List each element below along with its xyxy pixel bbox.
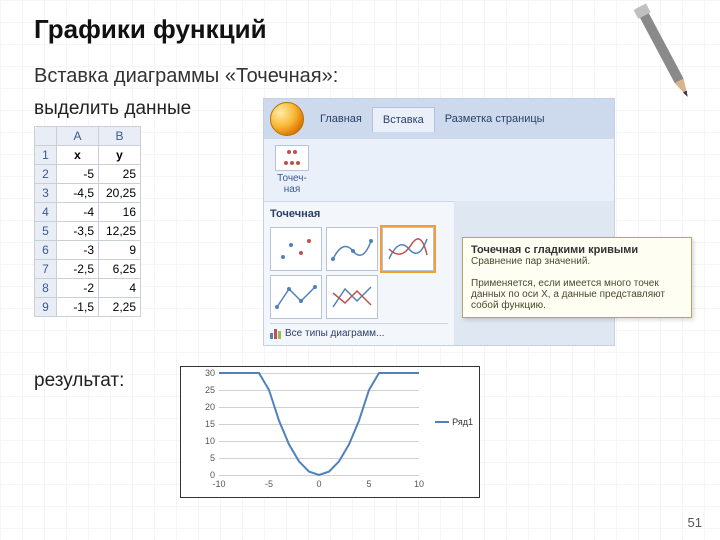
cell[interactable]: 6,25 xyxy=(99,260,141,279)
cell[interactable]: 25 xyxy=(99,165,141,184)
subtitle: Вставка диаграммы «Точечная»: xyxy=(34,65,686,88)
tab-page-layout[interactable]: Разметка страницы xyxy=(435,107,555,131)
cell[interactable]: y xyxy=(99,146,141,165)
gallery-item-lines-markers[interactable] xyxy=(270,275,322,319)
result-chart: 051015202530-10-50510 Ряд1 xyxy=(180,366,480,498)
cell[interactable]: 9 xyxy=(99,241,141,260)
cell[interactable]: 20,25 xyxy=(99,184,141,203)
bar-chart-icon xyxy=(270,329,281,339)
row-header[interactable]: 5 xyxy=(35,222,57,241)
sheet-corner[interactable] xyxy=(35,127,57,146)
result-caption: результат: xyxy=(34,366,164,392)
gallery-title: Точечная xyxy=(270,208,448,223)
row-header[interactable]: 7 xyxy=(35,260,57,279)
cell[interactable]: -2 xyxy=(57,279,99,298)
tab-home[interactable]: Главная xyxy=(310,107,372,131)
gallery-item-lines[interactable] xyxy=(326,275,378,319)
tooltip-title: Точечная с гладкими кривыми xyxy=(471,244,638,256)
cell[interactable]: 16 xyxy=(99,203,141,222)
scatter-gallery: Точечная xyxy=(264,201,454,345)
cell[interactable]: 12,25 xyxy=(99,222,141,241)
row-header[interactable]: 3 xyxy=(35,184,57,203)
tooltip-line2: Применяется, если имеется много точек да… xyxy=(471,278,665,311)
gallery-item-smooth[interactable] xyxy=(382,227,434,271)
cell[interactable]: 2,25 xyxy=(99,298,141,317)
row-header[interactable]: 1 xyxy=(35,146,57,165)
cell[interactable]: -3 xyxy=(57,241,99,260)
cell[interactable]: 4 xyxy=(99,279,141,298)
scatter-button-label: Точеч-ная xyxy=(277,173,307,195)
cell[interactable]: -2,5 xyxy=(57,260,99,279)
gallery-item-smooth-markers[interactable] xyxy=(326,227,378,271)
scatter-chart-button[interactable]: Точеч-ная xyxy=(270,145,314,195)
row-header[interactable]: 9 xyxy=(35,298,57,317)
office-button[interactable] xyxy=(270,102,304,136)
tooltip-line1: Сравнение пар значений. xyxy=(471,256,590,267)
excel-ribbon: Главная Вставка Разметка страницы Точеч-… xyxy=(263,98,615,346)
page-title: Графики функций xyxy=(34,14,686,45)
col-header-a[interactable]: A xyxy=(57,127,99,146)
cell[interactable]: x xyxy=(57,146,99,165)
col-header-b[interactable]: B xyxy=(99,127,141,146)
scatter-icon xyxy=(275,145,309,171)
chart-legend: Ряд1 xyxy=(435,417,473,427)
gallery-all-types[interactable]: Все типы диаграмм... xyxy=(270,323,448,339)
page-number: 51 xyxy=(688,515,702,530)
tab-insert[interactable]: Вставка xyxy=(372,107,435,132)
cell[interactable]: -5 xyxy=(57,165,99,184)
select-data-caption: выделить данные xyxy=(34,98,249,120)
gallery-item-markers[interactable] xyxy=(270,227,322,271)
cell[interactable]: -4 xyxy=(57,203,99,222)
row-header[interactable]: 6 xyxy=(35,241,57,260)
chart-tooltip: Точечная с гладкими кривыми Сравнение па… xyxy=(462,237,692,318)
row-header[interactable]: 2 xyxy=(35,165,57,184)
row-header[interactable]: 8 xyxy=(35,279,57,298)
cell[interactable]: -4,5 xyxy=(57,184,99,203)
cell[interactable]: -1,5 xyxy=(57,298,99,317)
row-header[interactable]: 4 xyxy=(35,203,57,222)
spreadsheet: A B 1xy2-5253-4,520,254-4165-3,512,256-3… xyxy=(34,126,141,317)
cell[interactable]: -3,5 xyxy=(57,222,99,241)
